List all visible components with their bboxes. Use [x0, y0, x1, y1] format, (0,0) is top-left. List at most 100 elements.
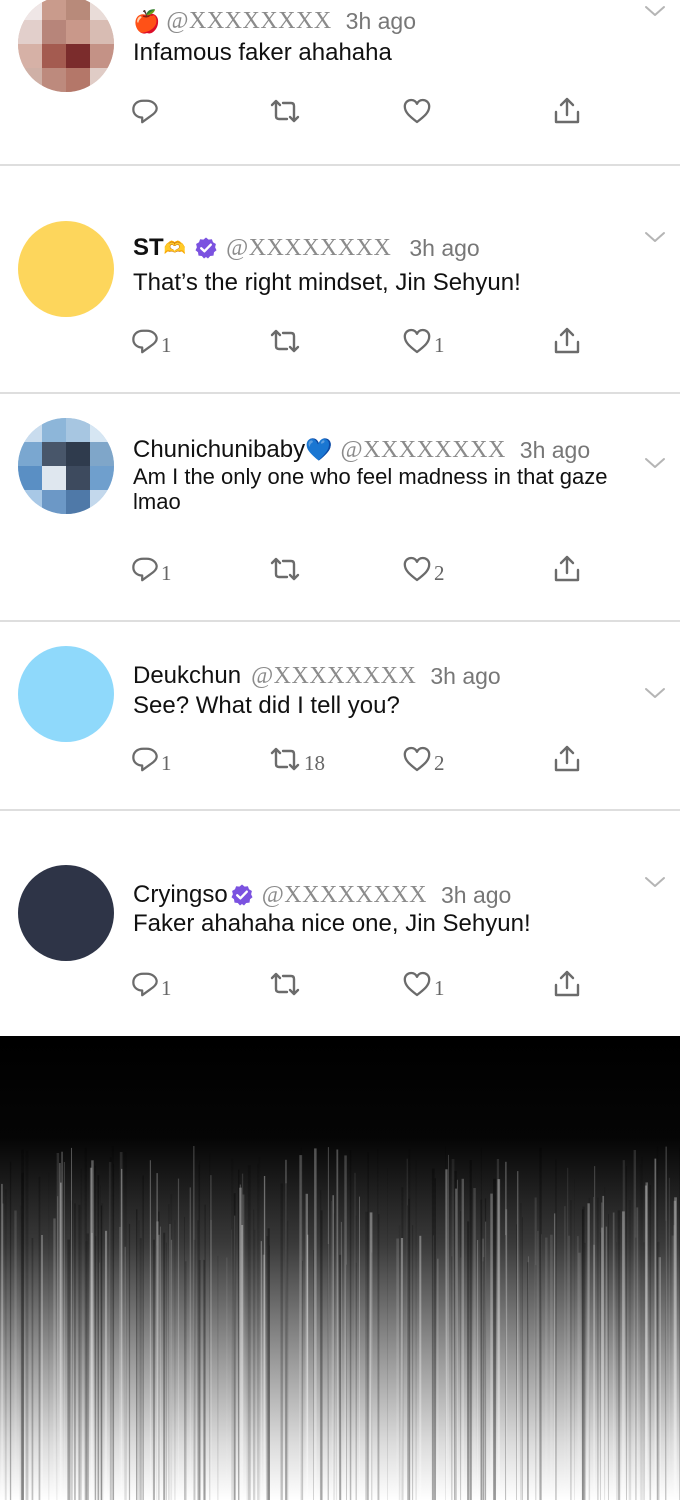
share-icon — [552, 96, 582, 126]
reply-button[interactable]: 1 — [131, 742, 172, 776]
user-handle[interactable]: @XXXXXXXX — [341, 437, 506, 464]
like-button[interactable]: 2 — [402, 742, 445, 776]
reply-icon — [131, 327, 159, 355]
hands-emoji-icon: 🫶 — [163, 237, 187, 258]
retweet-button[interactable] — [268, 324, 304, 358]
streak-line — [38, 1176, 41, 1500]
reply-button[interactable]: 1 — [131, 324, 172, 358]
streak-line — [258, 1156, 261, 1500]
user-handle[interactable]: @XXXXXXXX — [251, 663, 416, 690]
streak-line — [622, 1160, 625, 1500]
like-button[interactable]: 2 — [402, 552, 445, 586]
chevron-down-icon[interactable] — [644, 686, 666, 700]
streak-line — [165, 1242, 167, 1500]
tweet-1[interactable]: 🍎 @XXXXXXXX 3h ago Infamous faker ahahah… — [0, 0, 680, 165]
share-button[interactable] — [552, 324, 582, 358]
share-icon — [552, 744, 582, 774]
timestamp[interactable]: 3h ago — [520, 437, 590, 464]
streak-line — [21, 1172, 24, 1500]
chevron-down-icon[interactable] — [644, 875, 666, 889]
tweet-2[interactable]: ST 🫶 @XXXXXXXX 3h ago That’s the right m… — [0, 166, 680, 392]
streak-line — [25, 1150, 29, 1500]
user-handle[interactable]: @XXXXXXXX — [226, 235, 391, 262]
like-icon — [402, 554, 432, 584]
display-name[interactable]: Deukchun — [133, 662, 241, 690]
streak-line — [184, 1261, 187, 1500]
avatar[interactable] — [18, 646, 114, 742]
streak-line — [432, 1235, 434, 1500]
streak-line — [641, 1156, 643, 1500]
share-button[interactable] — [552, 967, 582, 1001]
like-button[interactable]: 1 — [402, 324, 445, 358]
streak-line — [253, 1209, 255, 1500]
tweet-4[interactable]: Deukchun @XXXXXXXX 3h ago See? What did … — [0, 622, 680, 809]
streak-line — [628, 1200, 632, 1500]
display-name[interactable]: Cryingso — [133, 881, 228, 909]
streak-line — [189, 1187, 191, 1500]
streak-line — [78, 1204, 81, 1500]
reply-button[interactable]: 1 — [131, 967, 172, 1001]
like-button[interactable]: 1 — [402, 967, 445, 1001]
tweet-header: Cryingso @XXXXXXXX 3h ago — [133, 881, 511, 909]
avatar[interactable] — [18, 865, 114, 961]
retweet-icon — [268, 744, 302, 774]
share-button[interactable] — [552, 552, 582, 586]
timestamp[interactable]: 3h ago — [441, 882, 511, 909]
timestamp[interactable]: 3h ago — [346, 8, 416, 35]
chevron-down-icon[interactable] — [644, 4, 666, 18]
share-button[interactable] — [552, 742, 582, 776]
tweet-header: Deukchun @XXXXXXXX 3h ago — [133, 662, 501, 690]
streak-line — [124, 1152, 127, 1500]
chevron-down-icon[interactable] — [644, 230, 666, 244]
retweet-button[interactable] — [268, 967, 304, 1001]
streak-line — [138, 1220, 140, 1500]
streak-line — [105, 1230, 108, 1500]
retweet-button[interactable] — [268, 94, 304, 128]
streak-line — [654, 1158, 657, 1500]
like-button[interactable] — [402, 94, 434, 128]
reply-button[interactable] — [131, 94, 161, 128]
display-name[interactable]: Chunichunibaby — [133, 436, 305, 464]
streak-line — [398, 1225, 401, 1500]
streak-line — [484, 1198, 487, 1500]
streak-line — [217, 1255, 219, 1500]
streak-line — [568, 1235, 571, 1500]
streak-line — [460, 1211, 462, 1500]
user-handle[interactable]: @XXXXXXXX — [166, 8, 331, 35]
verified-badge-icon — [230, 883, 254, 907]
streak-line — [204, 1204, 206, 1500]
streak-line — [597, 1197, 599, 1500]
streak-line — [231, 1229, 232, 1500]
streak-line — [340, 1221, 342, 1500]
streak-line — [496, 1159, 500, 1500]
tweet-3[interactable]: Chunichunibaby 💙 @XXXXXXXX 3h ago Am I t… — [0, 394, 680, 621]
like-icon — [402, 969, 432, 999]
user-handle[interactable]: @XXXXXXXX — [262, 882, 427, 909]
avatar[interactable] — [18, 418, 114, 514]
streak-line — [74, 1203, 76, 1500]
streak-line — [302, 1260, 304, 1500]
streak-line — [268, 1245, 270, 1500]
chevron-down-icon[interactable] — [644, 456, 666, 470]
streak-line — [490, 1193, 493, 1500]
reply-button[interactable]: 1 — [131, 552, 172, 586]
reply-count: 1 — [161, 332, 172, 357]
share-button[interactable] — [552, 94, 582, 128]
streak-line — [327, 1244, 329, 1500]
tweet-5[interactable]: Cryingso @XXXXXXXX 3h ago Faker ahahaha … — [0, 811, 680, 1036]
retweet-button[interactable]: 18 — [268, 742, 325, 776]
streak-line — [113, 1163, 115, 1500]
avatar[interactable] — [18, 221, 114, 317]
display-name[interactable]: ST — [133, 234, 164, 262]
timestamp[interactable]: 3h ago — [430, 663, 500, 690]
streak-line — [247, 1165, 251, 1500]
timestamp[interactable]: 3h ago — [409, 235, 479, 262]
retweet-button[interactable] — [268, 552, 304, 586]
streak-line — [644, 1185, 647, 1500]
streak-line — [193, 1146, 195, 1500]
tweet-actions: 1 18 2 — [0, 742, 680, 776]
avatar[interactable] — [18, 0, 114, 92]
reply-icon — [131, 97, 159, 125]
retweet-icon — [268, 554, 302, 584]
streak-line — [263, 1176, 266, 1500]
